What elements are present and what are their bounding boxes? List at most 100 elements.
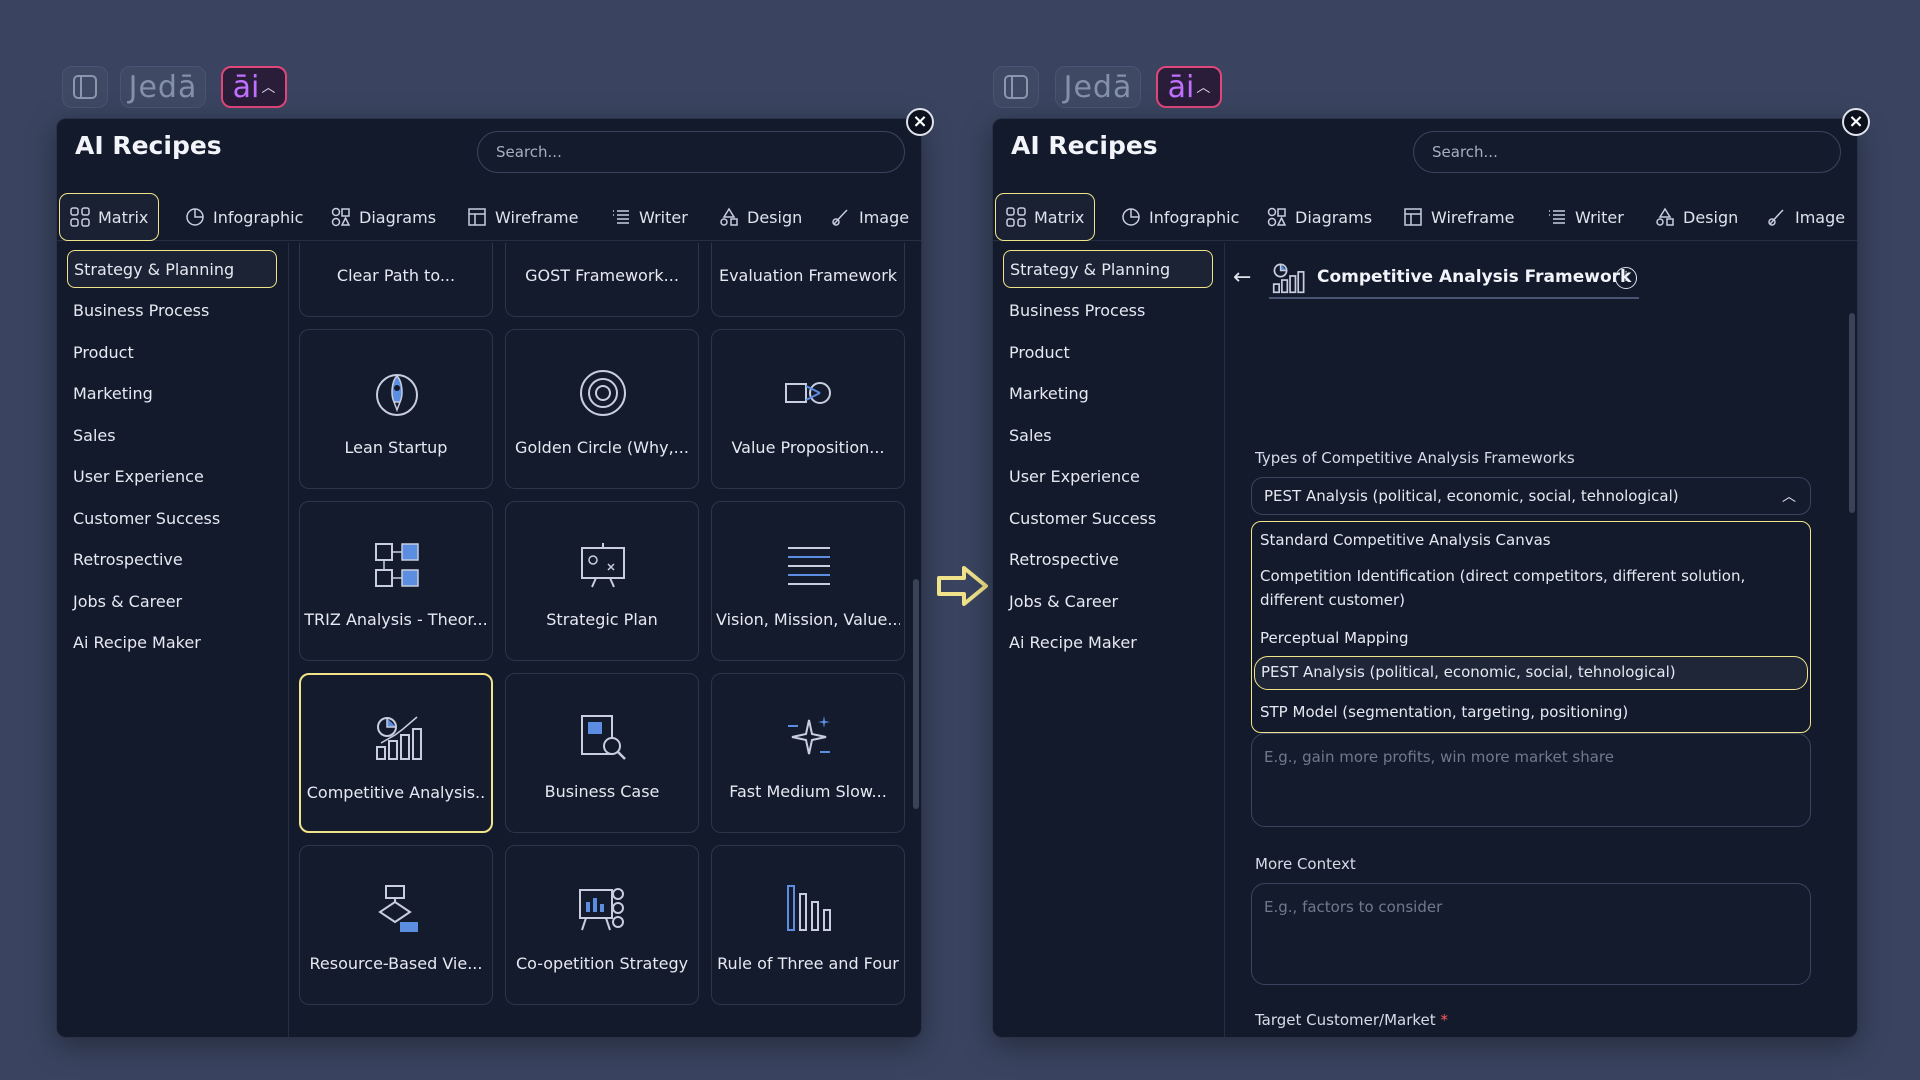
recipe-card-value-proposition[interactable]: Value Proposition... xyxy=(711,329,905,489)
grid-scrollbar[interactable] xyxy=(913,579,919,809)
sidebar-item-customer-success[interactable]: Customer Success xyxy=(1003,499,1213,537)
sidebar-item-business-process[interactable]: Business Process xyxy=(1003,291,1213,329)
option-standard-canvas[interactable]: Standard Competitive Analysis Canvas xyxy=(1260,528,1802,552)
search-input[interactable] xyxy=(1413,131,1841,173)
info-icon[interactable]: i xyxy=(1615,267,1637,289)
recipe-card-gost-framework[interactable]: GOST Framework... xyxy=(505,243,699,317)
tab-diagrams[interactable]: Diagrams xyxy=(1267,193,1372,241)
card-label: Co-opetition Strategy xyxy=(515,954,689,973)
recipe-card-rule-of-three[interactable]: Rule of Three and Four xyxy=(711,845,905,1005)
sidebar-item-strategy-planning[interactable]: Strategy & Planning xyxy=(67,250,277,288)
sidebar-item-sales[interactable]: Sales xyxy=(1003,416,1213,454)
sidebar-item-user-experience[interactable]: User Experience xyxy=(67,457,277,495)
goal-textarea[interactable] xyxy=(1251,733,1811,827)
card-label: Business Case xyxy=(544,782,660,801)
category-sidebar: Strategy & Planning Business Process Pro… xyxy=(57,243,289,1037)
sidebar-item-jobs-career[interactable]: Jobs & Career xyxy=(1003,582,1213,620)
sidebar-item-jobs-career[interactable]: Jobs & Career xyxy=(67,582,277,620)
sidebar-item-user-experience[interactable]: User Experience xyxy=(1003,457,1213,495)
sidebar-item-marketing[interactable]: Marketing xyxy=(67,374,277,412)
card-label: Competitive Analysis.. xyxy=(306,783,486,802)
layout-icon xyxy=(468,208,486,226)
layout-icon xyxy=(1404,208,1422,226)
search-input[interactable] xyxy=(477,131,905,173)
card-label: Golden Circle (Why,... xyxy=(515,438,689,457)
sidebar-item-sales[interactable]: Sales xyxy=(67,416,277,454)
tab-design[interactable]: Design xyxy=(719,193,802,241)
sidebar-item-ai-recipe-maker[interactable]: Ai Recipe Maker xyxy=(67,623,277,661)
chevron-down-icon xyxy=(578,243,628,246)
shapes-icon xyxy=(1267,207,1287,227)
sidebar-icon xyxy=(73,75,97,99)
tab-wireframe[interactable]: Wireframe xyxy=(467,193,578,241)
ai-menu-button[interactable]: āi ︿ xyxy=(1156,66,1222,108)
recipe-card-vision-mission[interactable]: Vision, Mission, Value... xyxy=(711,501,905,661)
tab-wireframe[interactable]: Wireframe xyxy=(1403,193,1514,241)
tab-matrix[interactable]: Matrix xyxy=(995,193,1096,241)
sidebar-item-retrospective[interactable]: Retrospective xyxy=(1003,540,1213,578)
tab-image[interactable]: Image xyxy=(1767,193,1845,241)
sidebar-item-strategy-planning[interactable]: Strategy & Planning xyxy=(1003,250,1213,288)
card-label: Value Proposition... xyxy=(731,438,885,457)
card-label: Vision, Mission, Value... xyxy=(716,610,900,629)
recipe-card-triz-analysis[interactable]: TRIZ Analysis - Theor... xyxy=(299,501,493,661)
bar-columns-icon xyxy=(787,885,831,931)
sidebar-item-product[interactable]: Product xyxy=(1003,333,1213,371)
brush-icon xyxy=(1768,209,1784,226)
ai-menu-button[interactable]: āi ︿ xyxy=(221,66,287,108)
recipe-card-lean-startup[interactable]: Lean Startup xyxy=(299,329,493,489)
tab-infographic[interactable]: Infographic xyxy=(1121,193,1239,241)
back-arrow-icon[interactable]: ← xyxy=(1233,265,1251,290)
text-lines-icon xyxy=(613,210,629,224)
option-perceptual-mapping[interactable]: Perceptual Mapping xyxy=(1260,626,1802,650)
tab-label: Wireframe xyxy=(495,207,579,227)
tab-matrix[interactable]: Matrix xyxy=(59,193,160,241)
recipe-card-golden-circle[interactable]: Golden Circle (Why,... xyxy=(505,329,699,489)
tab-label: Design xyxy=(747,207,803,227)
brand-logo: Jedā xyxy=(120,66,206,108)
option-pest-analysis[interactable]: PEST Analysis (political, economic, soci… xyxy=(1254,656,1808,690)
close-icon[interactable]: × xyxy=(906,108,934,136)
title-underline xyxy=(1269,297,1639,299)
recipe-card-strategic-plan[interactable]: Strategic Plan xyxy=(505,501,699,661)
recipe-card-evaluation-framework[interactable]: Evaluation Framework xyxy=(711,243,905,317)
sidebar-item-business-process[interactable]: Business Process xyxy=(67,291,277,329)
card-label: Resource-Based Vie... xyxy=(309,954,483,973)
recipe-card-co-opetition[interactable]: Co-opetition Strategy xyxy=(505,845,699,1005)
table-icon xyxy=(784,243,834,246)
tab-writer[interactable]: Writer xyxy=(611,193,688,241)
tab-image[interactable]: Image xyxy=(831,193,909,241)
recipe-card-competitive-analysis[interactable]: Competitive Analysis.. xyxy=(299,673,493,833)
sidebar-item-customer-success[interactable]: Customer Success xyxy=(67,499,277,537)
tab-label: Infographic xyxy=(1149,207,1240,227)
category-sidebar: Strategy & Planning Business Process Pro… xyxy=(993,243,1225,1037)
option-stp-model[interactable]: STP Model (segmentation, targeting, posi… xyxy=(1260,700,1802,724)
recipe-card-resource-based-view[interactable]: Resource-Based Vie... xyxy=(299,845,493,1005)
tab-diagrams[interactable]: Diagrams xyxy=(331,193,436,241)
tab-label: Infographic xyxy=(213,207,304,227)
sidebar-item-product[interactable]: Product xyxy=(67,333,277,371)
recipe-card-business-case[interactable]: Business Case xyxy=(505,673,699,833)
close-icon[interactable]: × xyxy=(1842,108,1870,136)
option-competition-identification[interactable]: Competition Identification (direct compe… xyxy=(1260,564,1802,612)
sidebar-item-retrospective[interactable]: Retrospective xyxy=(67,540,277,578)
tab-infographic[interactable]: Infographic xyxy=(185,193,303,241)
recipe-card-fast-medium-slow[interactable]: Fast Medium Slow... xyxy=(711,673,905,833)
framework-type-select[interactable]: PEST Analysis (political, economic, soci… xyxy=(1251,477,1811,515)
panel-toggle-button[interactable] xyxy=(993,66,1039,108)
grid-icon xyxy=(1006,207,1026,227)
panel-toggle-button[interactable] xyxy=(62,66,108,108)
brand-logo: Jedā xyxy=(1055,66,1141,108)
recipe-card-clear-path[interactable]: Clear Path to... xyxy=(299,243,493,317)
sidebar-item-marketing[interactable]: Marketing xyxy=(1003,374,1213,412)
sidebar-item-ai-recipe-maker[interactable]: Ai Recipe Maker xyxy=(1003,623,1213,661)
more-context-textarea[interactable] xyxy=(1251,883,1811,985)
tab-writer[interactable]: Writer xyxy=(1547,193,1624,241)
target-market-label: Target Customer/Market * xyxy=(1255,1011,1448,1029)
card-label: Evaluation Framework xyxy=(718,266,898,285)
rocket-icon xyxy=(376,374,418,416)
detail-scrollbar[interactable] xyxy=(1849,313,1855,513)
hierarchy-icon xyxy=(378,885,418,932)
more-context-label: More Context xyxy=(1255,855,1356,873)
tab-design[interactable]: Design xyxy=(1655,193,1738,241)
